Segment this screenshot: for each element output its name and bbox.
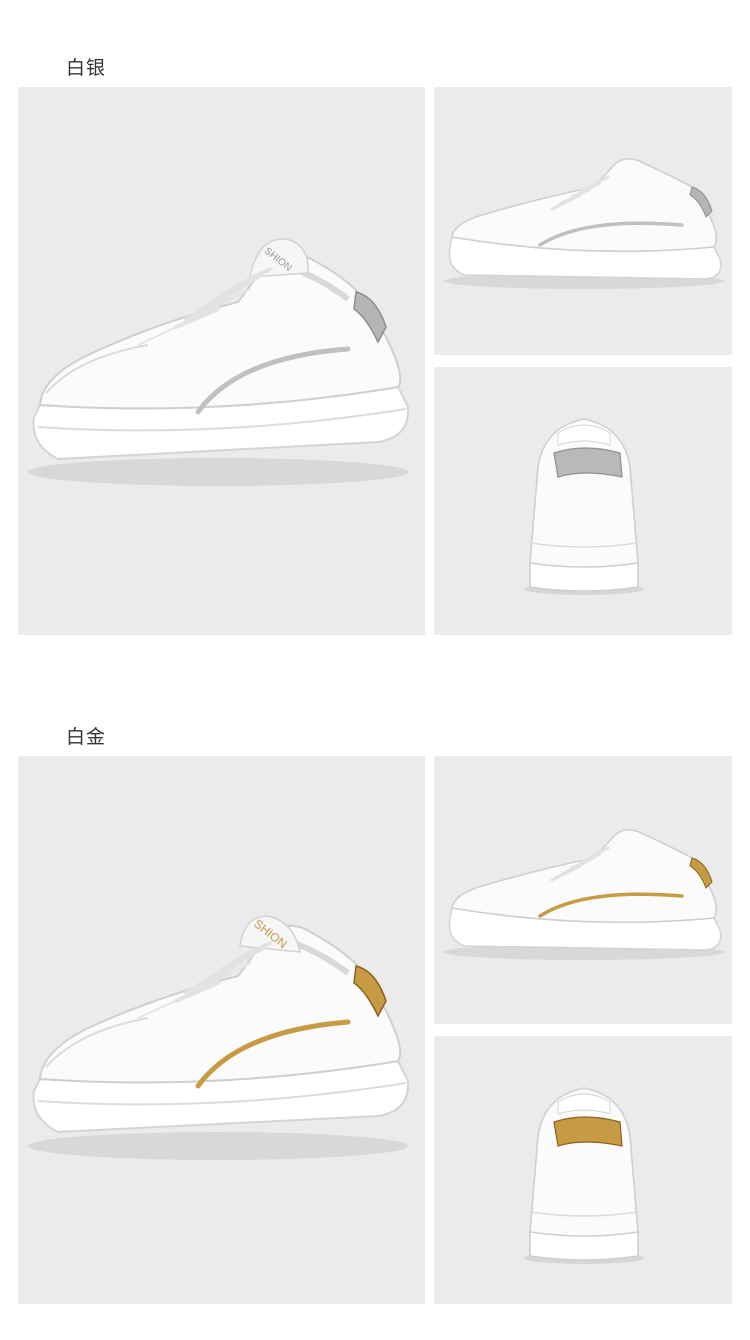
product-image-silver-side-small[interactable]: [434, 87, 732, 355]
section-title-silver: 白银: [66, 58, 107, 79]
product-image-gold-side-small[interactable]: [434, 756, 732, 1024]
sneaker-rear-gold-illustration: [524, 1087, 644, 1264]
product-image-silver-rear[interactable]: [434, 367, 732, 635]
product-image-silver-side-large[interactable]: SHION: [18, 87, 425, 635]
product-image-gold-side-large[interactable]: SHION: [18, 756, 425, 1304]
sneaker-side-gold-illustration: SHION: [28, 915, 410, 1160]
sneaker-side-silver-illustration: SHION: [28, 238, 410, 486]
sneaker-side-silver-small-illustration: [444, 157, 724, 289]
product-image-gold-rear[interactable]: [434, 1036, 732, 1304]
section-title-gold: 白金: [66, 727, 107, 748]
sneaker-side-gold-small-illustration: [444, 828, 724, 960]
sneaker-rear-silver-illustration: [524, 418, 644, 595]
